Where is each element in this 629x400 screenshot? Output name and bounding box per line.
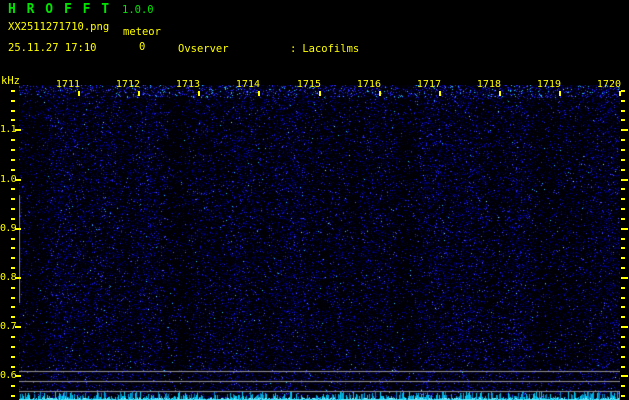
info-value: Lacofilms bbox=[302, 43, 360, 55]
x-axis-tick bbox=[138, 91, 140, 96]
y-axis-minor-tick bbox=[621, 356, 625, 358]
x-axis-tick bbox=[559, 91, 561, 96]
mode-label: meteor bbox=[123, 26, 161, 38]
y-axis-minor-tick bbox=[621, 267, 625, 269]
x-axis-tick bbox=[198, 91, 200, 96]
y-axis-major-tick bbox=[621, 129, 628, 131]
meteor-count: 0 bbox=[139, 41, 146, 53]
x-axis-label: 1711 bbox=[55, 79, 80, 90]
y-axis-minor-tick bbox=[11, 188, 15, 190]
y-axis-major-tick bbox=[621, 277, 628, 279]
y-axis-minor-tick bbox=[621, 119, 625, 121]
app-title: H R O F F T bbox=[8, 2, 111, 17]
x-axis-label: 1720 bbox=[596, 79, 621, 90]
y-axis-label: 0.9 bbox=[0, 223, 17, 234]
x-axis-tick bbox=[619, 91, 621, 96]
x-axis-label: 1714 bbox=[235, 79, 260, 90]
y-axis-minor-tick bbox=[621, 366, 625, 368]
info-row-observer: Ovserver: Lacofilms bbox=[178, 43, 448, 55]
y-axis-minor-tick bbox=[11, 297, 15, 299]
y-axis-minor-tick bbox=[621, 139, 625, 141]
y-axis-minor-tick bbox=[11, 149, 15, 151]
y-axis-minor-tick bbox=[11, 287, 15, 289]
app-version: 1.0.0 bbox=[122, 4, 154, 16]
y-axis-minor-tick bbox=[621, 306, 625, 308]
y-axis-minor-tick bbox=[11, 385, 15, 387]
y-axis-minor-tick bbox=[11, 110, 15, 112]
y-axis-minor-tick bbox=[621, 346, 625, 348]
y-axis-minor-tick bbox=[621, 257, 625, 259]
y-axis-minor-tick bbox=[11, 218, 15, 220]
y-axis-minor-tick bbox=[11, 90, 15, 92]
x-axis-tick bbox=[78, 91, 80, 96]
x-axis-tick bbox=[319, 91, 321, 96]
y-axis-minor-tick bbox=[11, 395, 15, 397]
y-axis-label: 0.6 bbox=[0, 370, 17, 381]
y-axis-minor-tick bbox=[11, 336, 15, 338]
y-axis-minor-tick bbox=[11, 139, 15, 141]
y-axis-minor-tick bbox=[11, 267, 15, 269]
y-axis-unit-label: kHz bbox=[1, 75, 20, 87]
y-axis-minor-tick bbox=[621, 159, 625, 161]
y-axis-minor-tick bbox=[11, 198, 15, 200]
x-axis-tick bbox=[439, 91, 441, 96]
datetime-label: 25.11.27 17:10 bbox=[8, 42, 97, 54]
y-axis-minor-tick bbox=[11, 100, 15, 102]
y-axis-label: 0.7 bbox=[0, 321, 17, 332]
x-axis-label: 1718 bbox=[476, 79, 501, 90]
y-axis-minor-tick bbox=[11, 238, 15, 240]
y-axis-minor-tick bbox=[11, 169, 15, 171]
y-axis-major-tick bbox=[621, 326, 628, 328]
y-axis-minor-tick bbox=[11, 208, 15, 210]
x-axis-label: 1712 bbox=[115, 79, 140, 90]
y-axis-minor-tick bbox=[621, 316, 625, 318]
info-label: Ovserver bbox=[178, 43, 229, 55]
y-axis-minor-tick bbox=[621, 198, 625, 200]
y-axis-minor-tick bbox=[621, 169, 625, 171]
y-axis-minor-tick bbox=[11, 366, 15, 368]
y-axis-minor-tick bbox=[621, 188, 625, 190]
y-axis-minor-tick bbox=[11, 316, 15, 318]
y-axis-label: 1.1 bbox=[0, 124, 17, 135]
y-axis-minor-tick bbox=[11, 247, 15, 249]
y-axis-minor-tick bbox=[621, 218, 625, 220]
y-axis-label: 0.8 bbox=[0, 272, 17, 283]
y-axis-minor-tick bbox=[621, 336, 625, 338]
y-axis-minor-tick bbox=[621, 100, 625, 102]
x-axis-label: 1717 bbox=[416, 79, 441, 90]
y-axis-minor-tick bbox=[621, 395, 625, 397]
y-axis-minor-tick bbox=[621, 90, 625, 92]
y-axis-major-tick bbox=[621, 228, 628, 230]
y-axis-label: 1.0 bbox=[0, 174, 17, 185]
y-axis-minor-tick bbox=[11, 346, 15, 348]
y-axis-minor-tick bbox=[621, 385, 625, 387]
hrofft-screen: H R O F F T 1.0.0 XX2511271710.png meteo… bbox=[0, 0, 629, 400]
y-axis-minor-tick bbox=[621, 110, 625, 112]
output-filename: XX2511271710.png bbox=[8, 21, 110, 33]
y-axis-major-tick bbox=[621, 375, 628, 377]
y-axis-minor-tick bbox=[621, 247, 625, 249]
y-axis-minor-tick bbox=[11, 356, 15, 358]
y-axis-minor-tick bbox=[11, 257, 15, 259]
x-axis-tick bbox=[258, 91, 260, 96]
y-axis-major-tick bbox=[621, 179, 628, 181]
x-axis-tick bbox=[379, 91, 381, 96]
info-separator: : bbox=[290, 43, 297, 55]
y-axis-minor-tick bbox=[621, 238, 625, 240]
spectrogram-canvas bbox=[19, 85, 620, 400]
y-axis-minor-tick bbox=[621, 208, 625, 210]
y-axis-minor-tick bbox=[621, 287, 625, 289]
x-axis-label: 1719 bbox=[536, 79, 561, 90]
x-axis-label: 1713 bbox=[175, 79, 200, 90]
y-axis-minor-tick bbox=[11, 119, 15, 121]
x-axis-label: 1715 bbox=[296, 79, 321, 90]
y-axis-minor-tick bbox=[621, 297, 625, 299]
x-axis-tick bbox=[499, 91, 501, 96]
x-axis-label: 1716 bbox=[356, 79, 381, 90]
y-axis-minor-tick bbox=[11, 306, 15, 308]
y-axis-minor-tick bbox=[11, 159, 15, 161]
y-axis-minor-tick bbox=[621, 149, 625, 151]
